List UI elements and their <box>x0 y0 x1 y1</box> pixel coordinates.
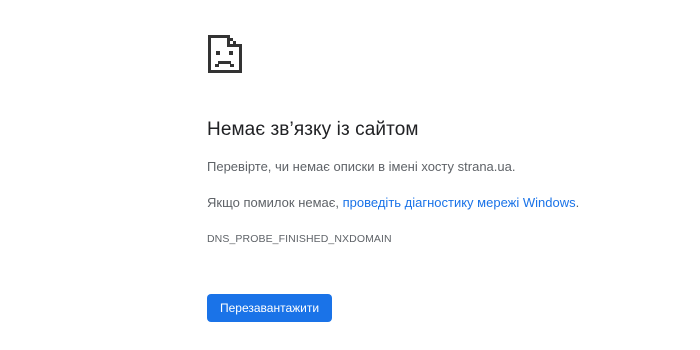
error-title: Немає зв’язку із сайтом <box>207 119 419 140</box>
suggestion-prefix: Якщо помилок немає, <box>207 195 343 210</box>
network-diagnostics-link[interactable]: проведіть діагностику мережі Windows <box>343 195 576 210</box>
reload-button[interactable]: Перезавантажити <box>207 294 333 322</box>
error-page: Немає зв’язку із сайтом Перевірте, чи не… <box>0 0 700 350</box>
suggestion-suffix: . <box>575 195 580 210</box>
error-code: DNS_PROBE_FINISHED_NXDOMAIN <box>207 233 392 245</box>
error-suggestion: Якщо помилок немає, проведіть діагностик… <box>207 194 667 212</box>
sad-page-icon <box>207 34 667 74</box>
error-message: Перевірте, чи немає описки в імені хосту… <box>207 159 516 174</box>
error-content: Немає зв’язку із сайтом Перевірте, чи не… <box>207 34 667 246</box>
